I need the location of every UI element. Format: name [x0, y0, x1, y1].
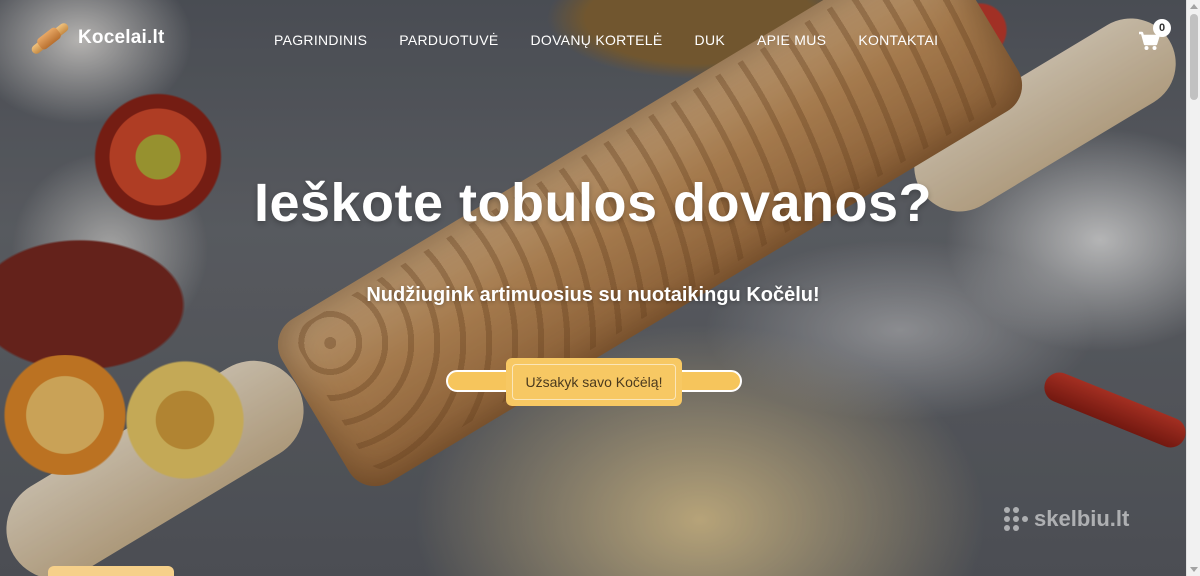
brand-name: Kocelai.lt [78, 27, 165, 48]
nav-item-parduotuve[interactable]: PARDUOTUVĖ [383, 30, 514, 50]
site-logo[interactable]: Kocelai.lt [24, 18, 164, 58]
watermark-dots-icon [1004, 507, 1028, 531]
watermark-text: skelbiu.lt [1034, 506, 1130, 531]
skelbiu-watermark: skelbiu.lt [1004, 506, 1129, 532]
main-nav: PAGRINDINIS PARDUOTUVĖ DOVANŲ KORTELĖ DU… [258, 30, 954, 50]
cart-count-badge: 0 [1153, 19, 1171, 37]
nav-item-dovanu-kortele[interactable]: DOVANŲ KORTELĖ [514, 30, 678, 50]
cta-rolling-pin: Užsakyk savo Kočėlą! [446, 358, 742, 406]
order-button[interactable]: Užsakyk savo Kočėlą! [506, 358, 682, 406]
next-section-peek [48, 566, 174, 576]
nav-item-duk[interactable]: DUK [679, 30, 741, 50]
nav-item-kontaktai[interactable]: KONTAKTAI [842, 30, 954, 50]
scroll-down-arrow-icon[interactable] [1190, 567, 1198, 572]
nav-item-pagrindinis[interactable]: PAGRINDINIS [258, 30, 383, 50]
scroll-thumb[interactable] [1190, 14, 1198, 100]
site-header: Kocelai.lt PAGRINDINIS PARDUOTUVĖ DOVANŲ… [0, 0, 1186, 80]
hero-subline: Nudžiugink artimuosius su nuotaikingu Ko… [366, 284, 820, 306]
nav-item-apie-mus[interactable]: APIE MUS [741, 30, 842, 50]
page-scrollbar[interactable] [1186, 0, 1200, 576]
rolling-pin-icon [24, 18, 72, 58]
cart-button[interactable]: 0 [1138, 19, 1171, 53]
scroll-up-arrow-icon[interactable] [1190, 4, 1198, 9]
hero-headline: Ieškote tobulos dovanos? [253, 173, 933, 233]
